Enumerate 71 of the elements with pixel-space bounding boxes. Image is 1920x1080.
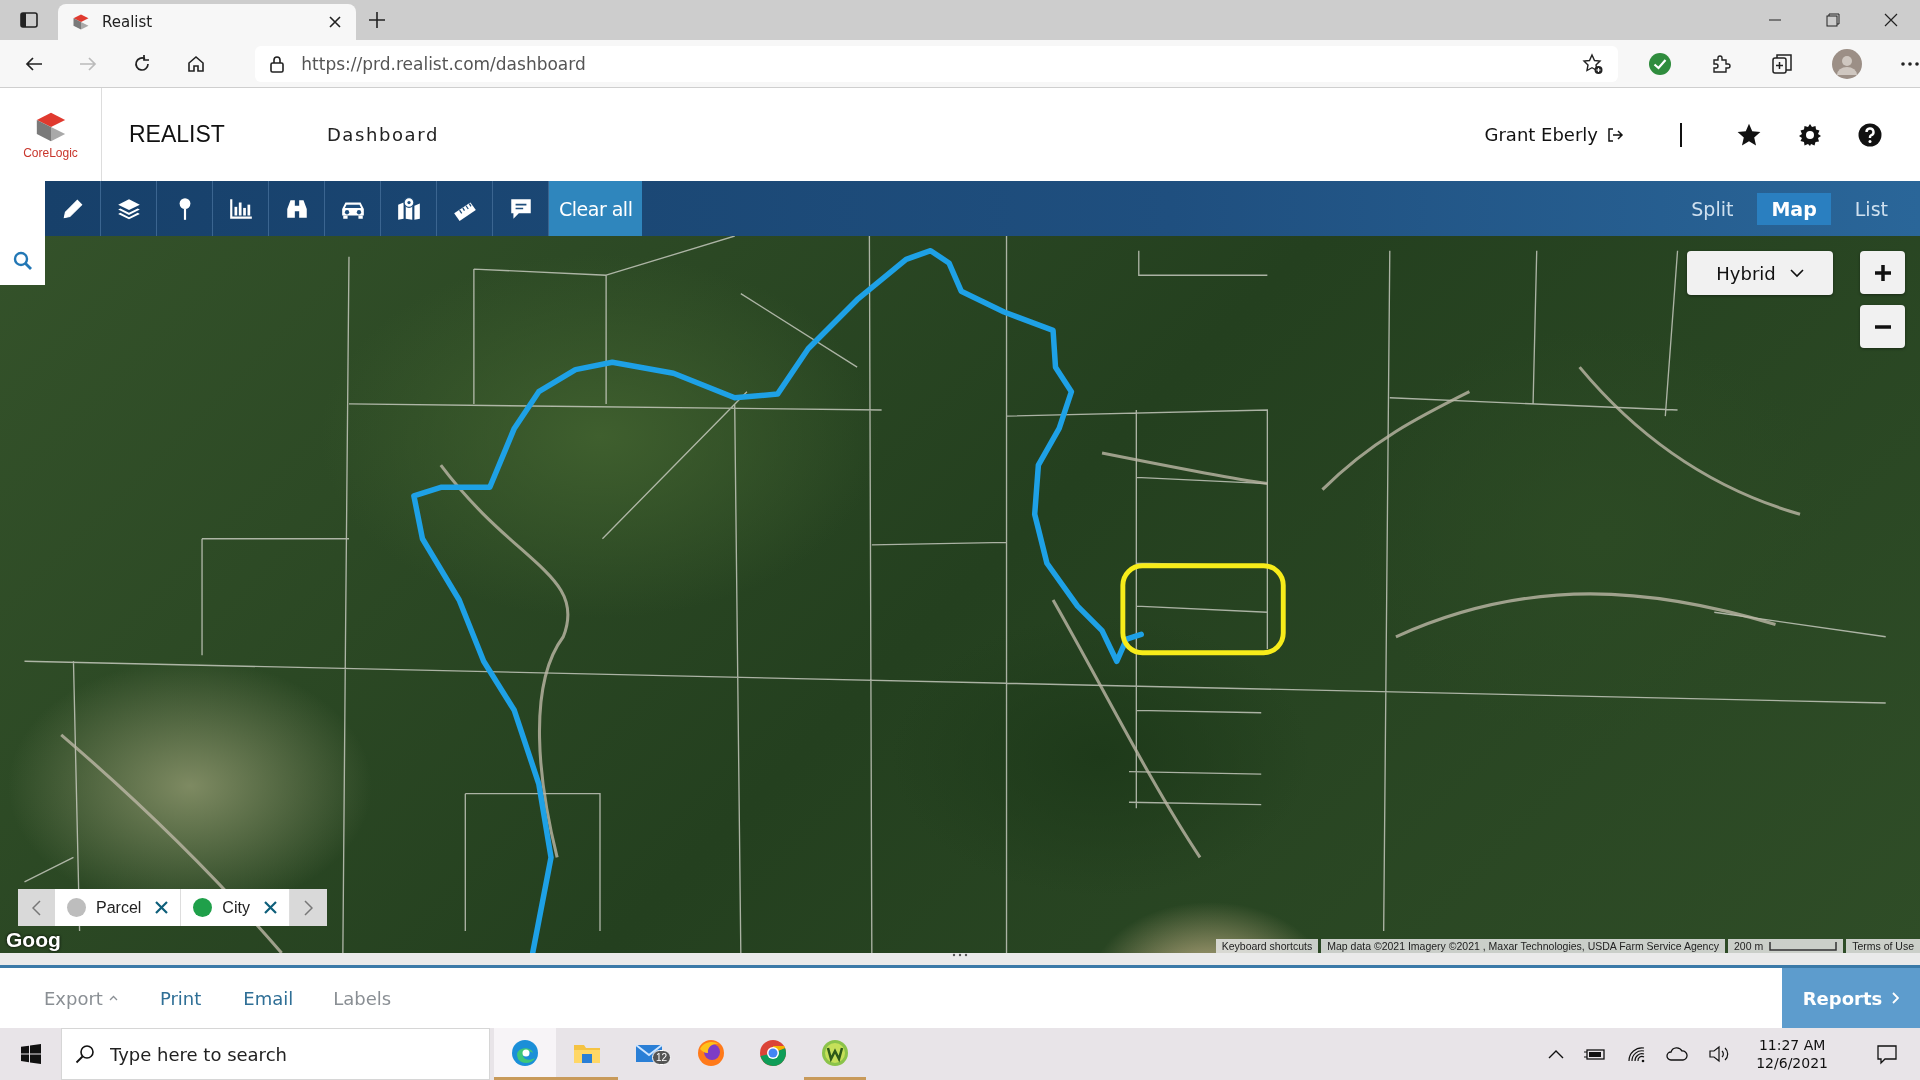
windows-logo-icon xyxy=(20,1044,41,1064)
date-text: 12/6/2021 xyxy=(1756,1055,1828,1071)
scale-bar-icon xyxy=(1769,941,1838,951)
map-logo: Goog xyxy=(6,928,61,952)
map-marker-icon xyxy=(395,195,422,222)
scale-label: 200 m xyxy=(1733,940,1764,952)
taskbar-app-button[interactable] xyxy=(494,1028,556,1080)
plus-icon xyxy=(1873,263,1892,282)
drag-handle-icon[interactable] xyxy=(952,953,968,957)
chevron-right-icon xyxy=(303,899,313,916)
restore-icon[interactable] xyxy=(1826,13,1840,27)
close-icon xyxy=(155,901,169,914)
search-button[interactable] xyxy=(0,236,45,285)
view-tab[interactable]: Split xyxy=(1677,192,1748,225)
clock[interactable]: 11:27 AM 12/6/2021 xyxy=(1756,1037,1828,1071)
home-icon[interactable] xyxy=(186,53,206,74)
puzzle-icon[interactable] xyxy=(1710,52,1732,75)
search-icon xyxy=(75,1044,95,1064)
sign-out-icon[interactable] xyxy=(1606,125,1624,144)
close-icon xyxy=(263,901,277,914)
legend-label: City xyxy=(222,898,250,917)
chevron-left-icon xyxy=(32,899,41,916)
action-link[interactable]: Email xyxy=(243,987,294,1009)
taskbar-app-button[interactable]: 12 xyxy=(618,1028,680,1080)
attribution-text: Map data ©2021 Imagery ©2021 , Maxar Technologies, USDA Farm Service Agency xyxy=(1321,939,1725,953)
user-name: Grant Eberly xyxy=(1484,124,1598,145)
browser-tab[interactable]: Realist xyxy=(58,4,356,40)
volume-icon[interactable] xyxy=(1708,1045,1731,1063)
search-icon xyxy=(12,250,33,271)
cloud-icon[interactable] xyxy=(1666,1047,1689,1061)
check-circle-icon[interactable] xyxy=(1648,51,1672,76)
zoom-in-button[interactable] xyxy=(1860,251,1905,294)
chevron-up-icon[interactable] xyxy=(1548,1049,1565,1059)
battery-icon[interactable] xyxy=(1584,1047,1607,1061)
lock-icon xyxy=(269,54,286,73)
brand-logo-text: CoreLogic xyxy=(23,145,78,160)
collections-icon[interactable] xyxy=(1770,51,1794,76)
avatar-icon[interactable] xyxy=(1832,48,1862,79)
page-title: Dashboard xyxy=(326,124,439,145)
clear-all-button[interactable]: Clear all xyxy=(549,181,643,236)
caret-up-icon xyxy=(108,995,118,1001)
taskbar-search-field[interactable]: Type here to search xyxy=(61,1028,490,1080)
more-icon[interactable] xyxy=(1900,60,1920,67)
close-icon[interactable] xyxy=(1884,13,1898,27)
chevron-down-icon xyxy=(1789,268,1804,278)
close-icon[interactable] xyxy=(328,15,342,29)
tab-actions-icon[interactable] xyxy=(19,10,39,30)
app-name: REALIST xyxy=(129,121,225,148)
notifications-icon[interactable] xyxy=(1876,1043,1898,1065)
reports-button[interactable]: Reports xyxy=(1782,968,1920,1028)
new-tab-icon[interactable] xyxy=(368,11,386,29)
zoom-out-button[interactable] xyxy=(1860,305,1905,348)
view-tab[interactable]: Map xyxy=(1757,192,1831,225)
wifi-icon[interactable] xyxy=(1626,1045,1647,1063)
satellite-map[interactable] xyxy=(0,236,1920,953)
add-favorite-icon[interactable] xyxy=(1582,52,1604,75)
minus-icon xyxy=(1873,324,1892,329)
cube-logo-icon xyxy=(72,13,90,31)
legend-label: Parcel xyxy=(96,898,142,917)
time-text: 11:27 AM xyxy=(1758,1037,1826,1053)
attribution-text[interactable]: Terms of Use xyxy=(1846,939,1920,953)
view-tab[interactable]: List xyxy=(1840,192,1902,225)
settings-icon[interactable] xyxy=(1798,122,1822,147)
map-type-dropdown[interactable]: Hybrid xyxy=(1687,251,1833,295)
help-icon[interactable] xyxy=(1858,122,1882,147)
keyboard-shortcuts-link[interactable]: Keyboard shortcuts xyxy=(1215,939,1319,953)
address-bar[interactable]: https://prd.realist.com/dashboard xyxy=(255,45,1618,82)
refresh-icon[interactable] xyxy=(132,53,152,74)
action-link[interactable]: Print xyxy=(159,987,202,1009)
chevron-right-icon xyxy=(1892,992,1900,1004)
notification-count: 12 xyxy=(652,1050,672,1065)
